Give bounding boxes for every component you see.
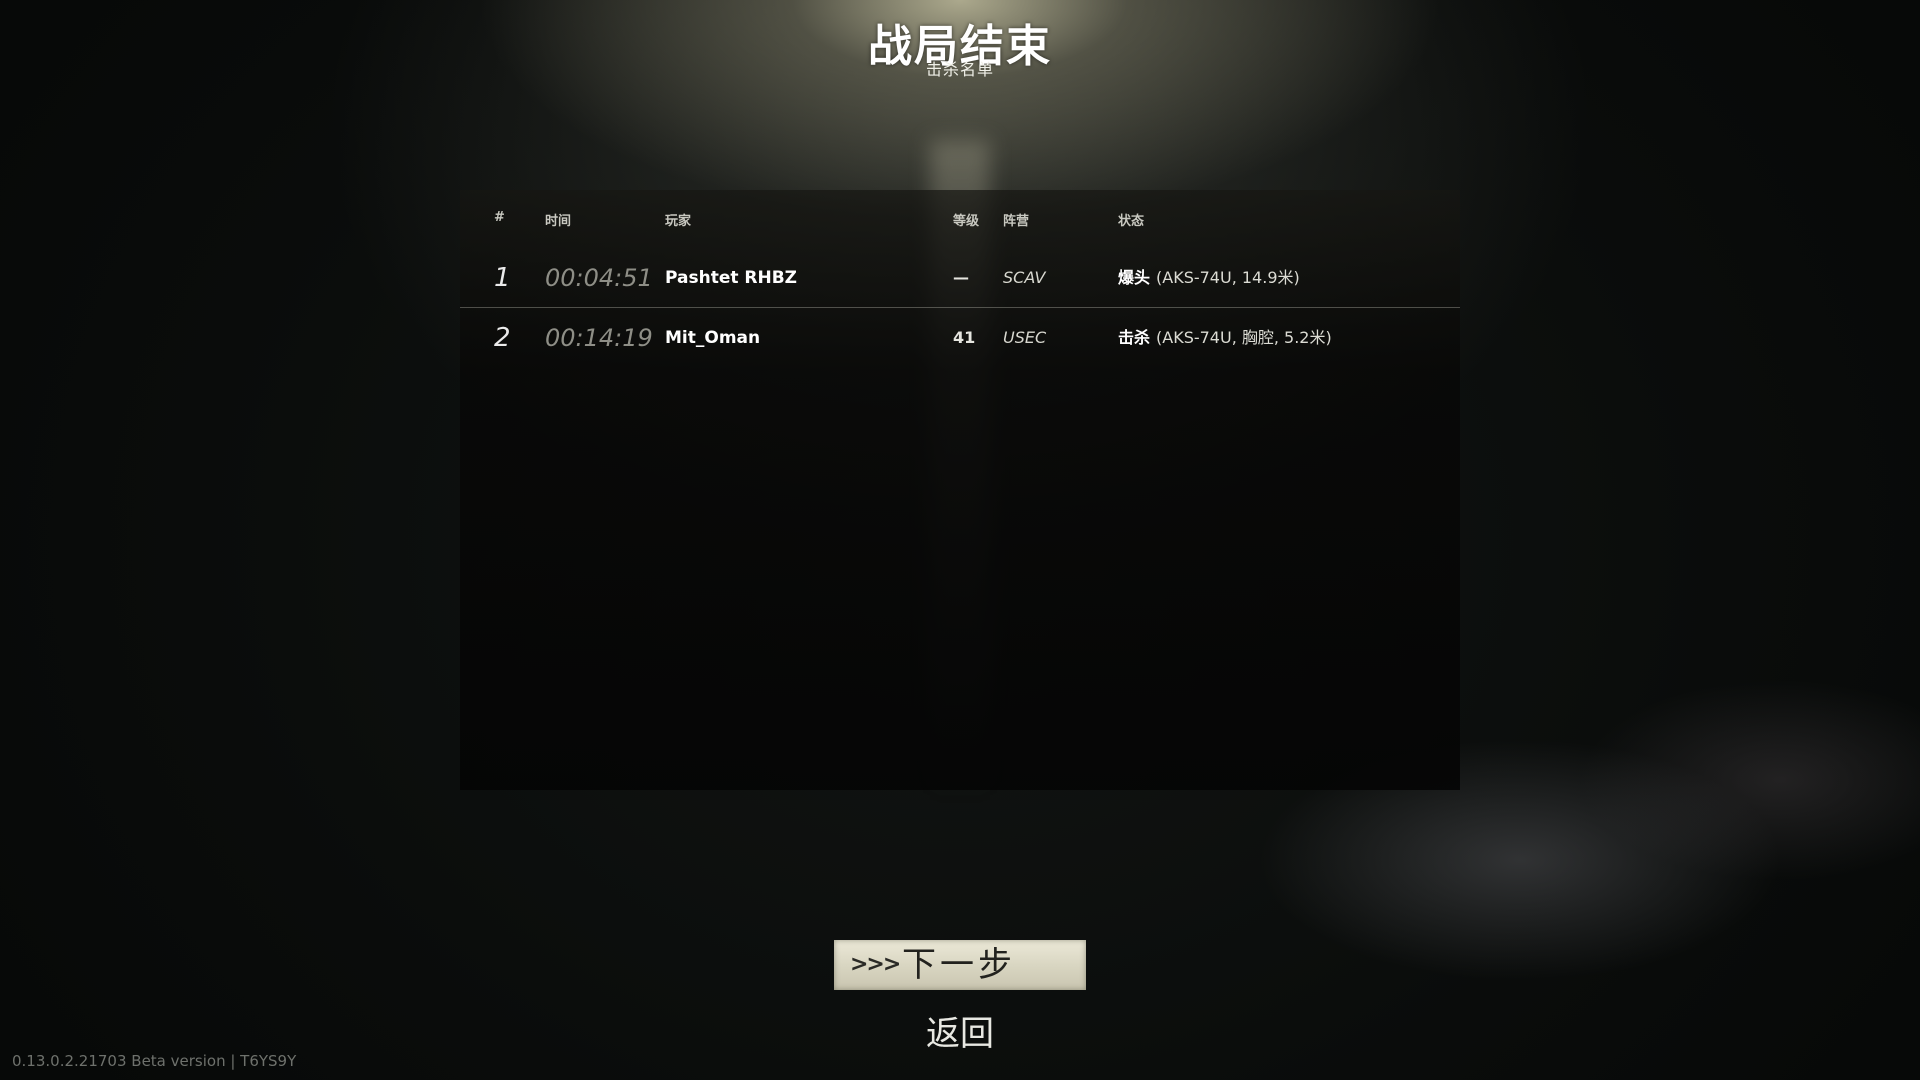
row-status-type: 爆头: [1118, 268, 1151, 287]
row-player-name: Mit_Oman: [665, 328, 761, 348]
next-button-label: 下一步: [902, 945, 1016, 985]
row-status-detail: (AKS-74U, 胸腔, 5.2米): [1156, 328, 1332, 347]
row-time: 00:04:51: [545, 264, 653, 292]
column-header-time: 时间: [545, 214, 572, 229]
row-index: 1: [494, 263, 511, 293]
back-button[interactable]: 返回: [900, 1010, 1020, 1058]
column-header-player: 玩家: [665, 214, 692, 229]
column-header-faction: 阵营: [1003, 214, 1030, 229]
table-row: 1 00:04:51 Pashtet RHBZ — SCAV 爆头 (AKS-74…: [460, 248, 1460, 308]
page-subtitle: 击杀名单: [925, 60, 994, 79]
row-faction: USEC: [1003, 328, 1047, 347]
row-level: 41: [953, 328, 976, 347]
version-label: 0.13.0.2.21703 Beta version | T6YS9Y: [12, 1052, 297, 1070]
column-header-level: 等级: [953, 214, 980, 229]
column-header-status: 状态: [1118, 214, 1145, 229]
chevrons-right-icon: >>>: [850, 952, 901, 977]
row-status: 击杀 (AKS-74U, 胸腔, 5.2米): [1118, 308, 1332, 368]
row-faction: SCAV: [1003, 268, 1046, 287]
row-status-type: 击杀: [1118, 328, 1151, 347]
row-player-name: Pashtet RHBZ: [665, 268, 797, 288]
kill-list-table: # 时间 玩家 等级 阵营 状态 1 00:04:51 Pashtet RHBZ…: [460, 190, 1460, 790]
row-status: 爆头 (AKS-74U, 14.9米): [1118, 248, 1300, 308]
kill-list-screen: 战局结束 击杀名单 # 时间 玩家 等级 阵营 状态 1 00:04:51 Pa…: [0, 0, 1920, 1080]
row-status-detail: (AKS-74U, 14.9米): [1156, 268, 1300, 287]
column-header-index: #: [494, 210, 505, 225]
next-button[interactable]: >>> 下一步: [834, 940, 1086, 990]
row-index: 2: [494, 323, 511, 353]
row-level: —: [953, 268, 969, 287]
row-time: 00:14:19: [545, 324, 653, 352]
table-row: 2 00:14:19 Mit_Oman 41 USEC 击杀 (AKS-74U, …: [460, 308, 1460, 368]
